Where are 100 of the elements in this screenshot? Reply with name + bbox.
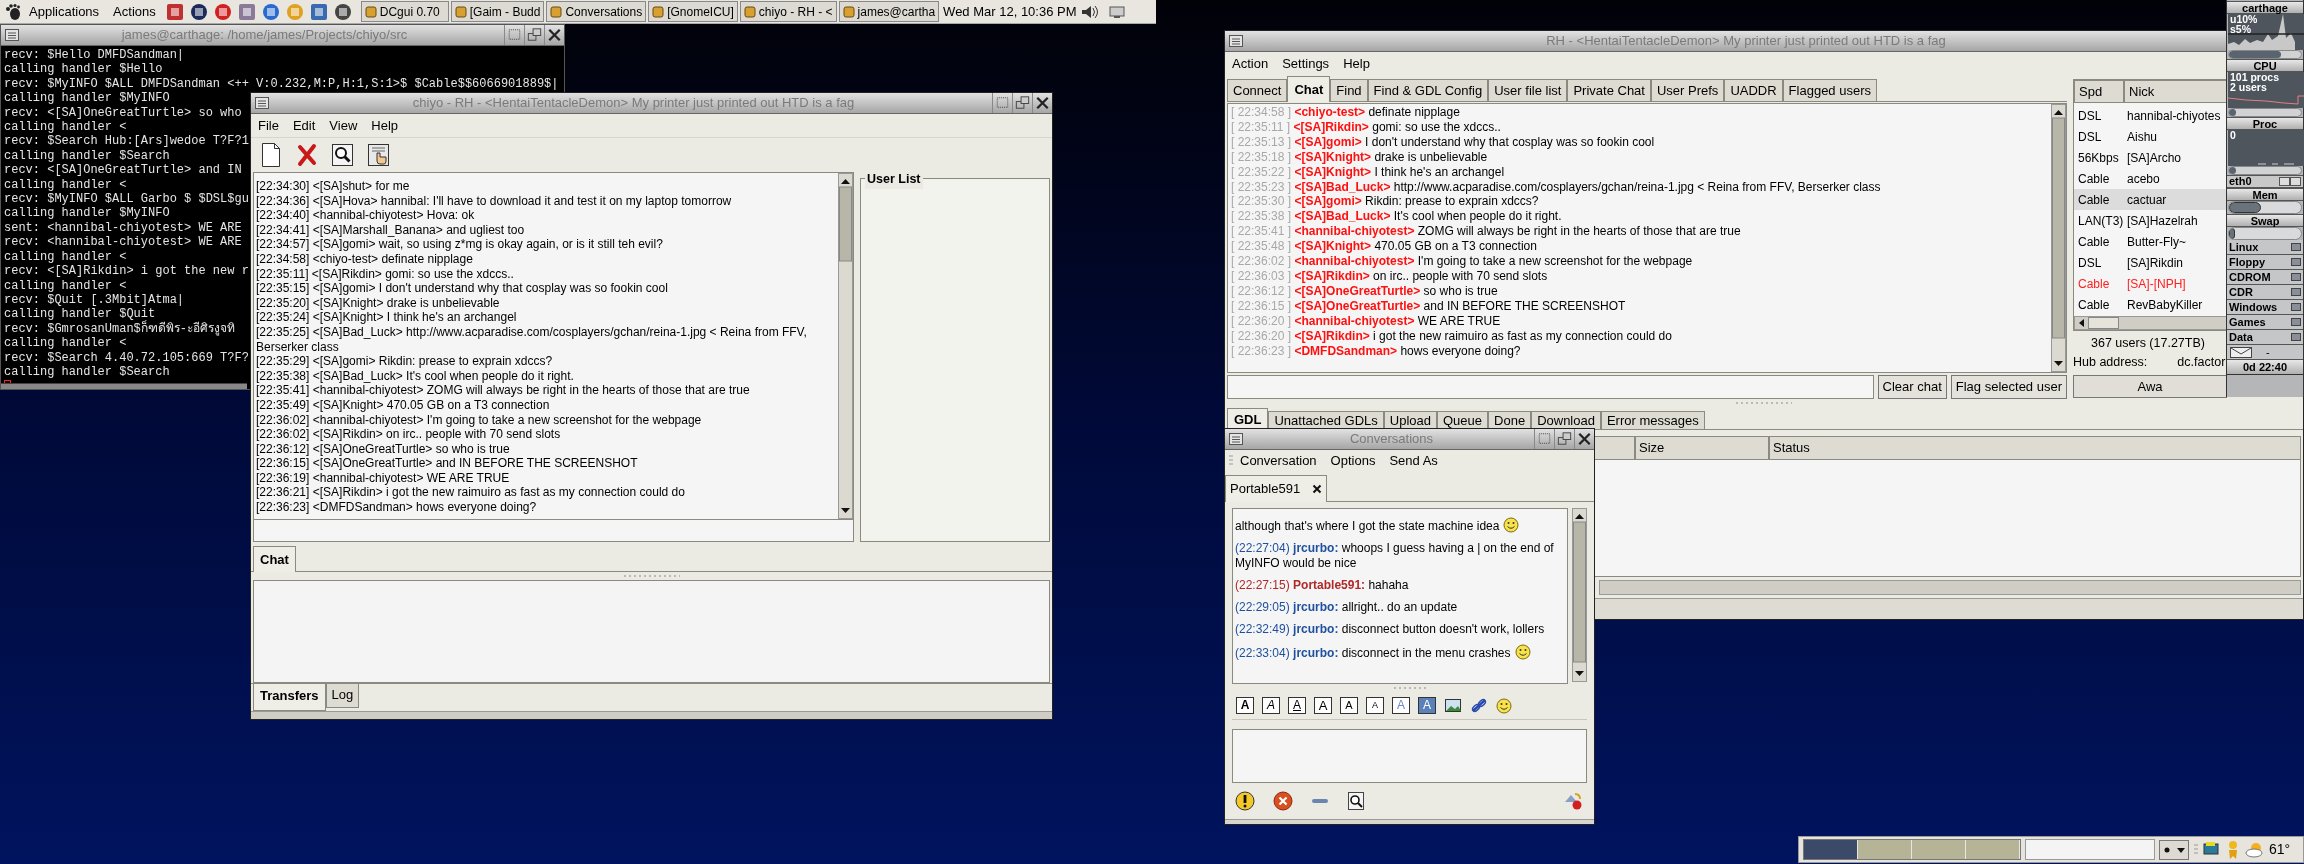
format-button[interactable]: A <box>1366 697 1384 714</box>
tab[interactable]: Error messages <box>1600 411 1705 429</box>
menu-item[interactable]: Options <box>1323 451 1383 471</box>
menu-item[interactable]: Actions <box>106 1 163 22</box>
format-button[interactable]: A <box>1418 697 1436 714</box>
message-input[interactable] <box>1232 729 1587 783</box>
tab[interactable]: Log <box>325 684 360 708</box>
slider-fill[interactable] <box>2229 51 2281 58</box>
menu-item[interactable]: Settings <box>1275 54 1337 74</box>
message-input[interactable] <box>253 520 854 542</box>
tab[interactable]: Unattached GDLs <box>1268 411 1384 429</box>
tab[interactable]: Connect <box>1227 78 1288 101</box>
away-button[interactable]: Awa <box>2073 375 2227 398</box>
button[interactable]: Flag selected user <box>1950 375 2067 399</box>
maximize-icon[interactable] <box>1012 93 1032 113</box>
taskbar-button[interactable]: james@cartha <box>838 1 940 22</box>
hand-pointer-icon[interactable] <box>367 142 391 168</box>
menu-item[interactable]: File <box>251 115 286 136</box>
menu-item[interactable]: View <box>322 115 365 136</box>
column-header[interactable]: Nick <box>2124 80 2227 103</box>
taskbar-button[interactable]: chiyo - RH - < <box>739 1 837 22</box>
menu-item[interactable]: Action <box>1225 54 1276 74</box>
search-icon[interactable] <box>331 142 355 168</box>
weather-icon[interactable] <box>2245 841 2265 858</box>
format-button[interactable]: A <box>1236 697 1254 714</box>
taskbar-button[interactable]: Conversations <box>546 1 647 22</box>
tab[interactable]: Chat <box>1287 75 1331 102</box>
pane-handle[interactable] <box>1734 399 1794 407</box>
user-row[interactable]: 56Kbps [SA]Archo <box>2074 147 2227 168</box>
shapes-icon[interactable] <box>1563 791 1583 811</box>
tab[interactable]: User file list <box>1488 78 1568 101</box>
menu-item[interactable]: Help <box>364 115 406 136</box>
smiley-icon[interactable] <box>1496 697 1512 714</box>
format-button[interactable]: A <box>1392 697 1410 714</box>
scrollbar[interactable] <box>1 383 247 389</box>
taskbar-button[interactable]: [Gaim - Budd <box>450 1 545 22</box>
dropdown-icon[interactable] <box>2159 839 2189 860</box>
network-icon[interactable] <box>1107 3 1126 20</box>
message-input[interactable] <box>1227 375 1874 399</box>
taskbar-button[interactable]: [GnomeICU] <box>648 1 738 22</box>
pane-handle[interactable] <box>621 573 682 579</box>
user-row[interactable]: DSL Aishu <box>2074 126 2227 147</box>
format-button[interactable]: A <box>1262 697 1280 714</box>
close-icon[interactable] <box>1312 484 1323 494</box>
launcher-icon[interactable] <box>332 1 353 22</box>
slider-fill[interactable] <box>2229 109 2236 116</box>
block-icon[interactable] <box>1273 791 1293 811</box>
pane-handle[interactable] <box>1391 685 1428 691</box>
format-button[interactable]: A <box>1314 697 1332 714</box>
column-header[interactable]: Spd <box>2074 80 2124 103</box>
user-row[interactable]: DSL hannibal-chiyotes <box>2074 105 2227 126</box>
launcher-icon[interactable] <box>188 1 209 22</box>
cross-icon[interactable] <box>295 142 319 168</box>
tab[interactable]: Find <box>1330 78 1368 101</box>
tab[interactable]: Portable591 <box>1225 475 1328 502</box>
tab[interactable]: Private Chat <box>1567 78 1651 101</box>
foot-icon[interactable] <box>4 2 22 21</box>
menu-handle[interactable] <box>1229 454 1233 468</box>
user-row[interactable]: Cable Butter-Fly~ <box>2074 231 2227 252</box>
column-header[interactable]: Status <box>1769 436 2301 460</box>
menu-item[interactable]: Conversation <box>1233 451 1324 471</box>
horizontal-scrollbar[interactable] <box>1599 580 2301 595</box>
menu-item[interactable]: Send As <box>1382 451 1445 471</box>
tab[interactable]: Upload <box>1383 411 1437 429</box>
menu-item[interactable]: Applications <box>22 1 107 22</box>
tab[interactable]: Transfers <box>253 684 326 711</box>
maximize-icon[interactable] <box>1554 429 1574 449</box>
tab[interactable]: UADDR <box>1724 78 1783 101</box>
scrollbar[interactable] <box>1572 508 1587 682</box>
envelope-icon[interactable] <box>2230 346 2252 358</box>
column-header[interactable]: Size <box>1635 436 1769 460</box>
menu-item[interactable]: Edit <box>285 115 323 136</box>
format-button[interactable]: A <box>1340 697 1358 714</box>
format-button[interactable]: A <box>1288 697 1306 714</box>
user-row[interactable]: Cable cactuar <box>2074 189 2227 210</box>
tab[interactable]: GDL <box>1227 408 1269 430</box>
warning-icon[interactable] <box>1235 791 1255 811</box>
maximize-icon[interactable] <box>524 25 544 45</box>
tab[interactable]: Flagged users <box>1782 78 1877 101</box>
tab[interactable]: Find & GDL Config <box>1367 78 1489 101</box>
slider-fill[interactable] <box>2229 167 2236 174</box>
user-row[interactable]: Cable [SA]-[NPH] <box>2074 273 2227 294</box>
link-icon[interactable] <box>1470 697 1488 714</box>
tab[interactable]: Done <box>1488 411 1532 429</box>
tab[interactable]: User Prefs <box>1650 78 1725 101</box>
scrollbar[interactable] <box>838 173 853 519</box>
minus-icon[interactable] <box>1311 797 1329 805</box>
user-row[interactable]: Cable RevBabyKiller <box>2074 294 2227 315</box>
tab[interactable]: Chat <box>253 545 296 572</box>
taskbar-button[interactable]: DCgui 0.70 <box>360 1 449 22</box>
button[interactable]: Clear chat <box>1877 375 1947 399</box>
menu-item[interactable]: Help <box>1336 54 1377 74</box>
tab[interactable]: Download <box>1531 411 1601 429</box>
scrollbar[interactable] <box>2051 104 2066 372</box>
search-icon[interactable] <box>1347 791 1365 811</box>
new-document-icon[interactable] <box>259 142 283 168</box>
image-icon[interactable] <box>1444 697 1462 714</box>
user-row[interactable]: DSL [SA]Rikdin <box>2074 252 2227 273</box>
tab[interactable]: Queue <box>1437 411 1489 429</box>
user-row[interactable]: Cable acebo <box>2074 168 2227 189</box>
